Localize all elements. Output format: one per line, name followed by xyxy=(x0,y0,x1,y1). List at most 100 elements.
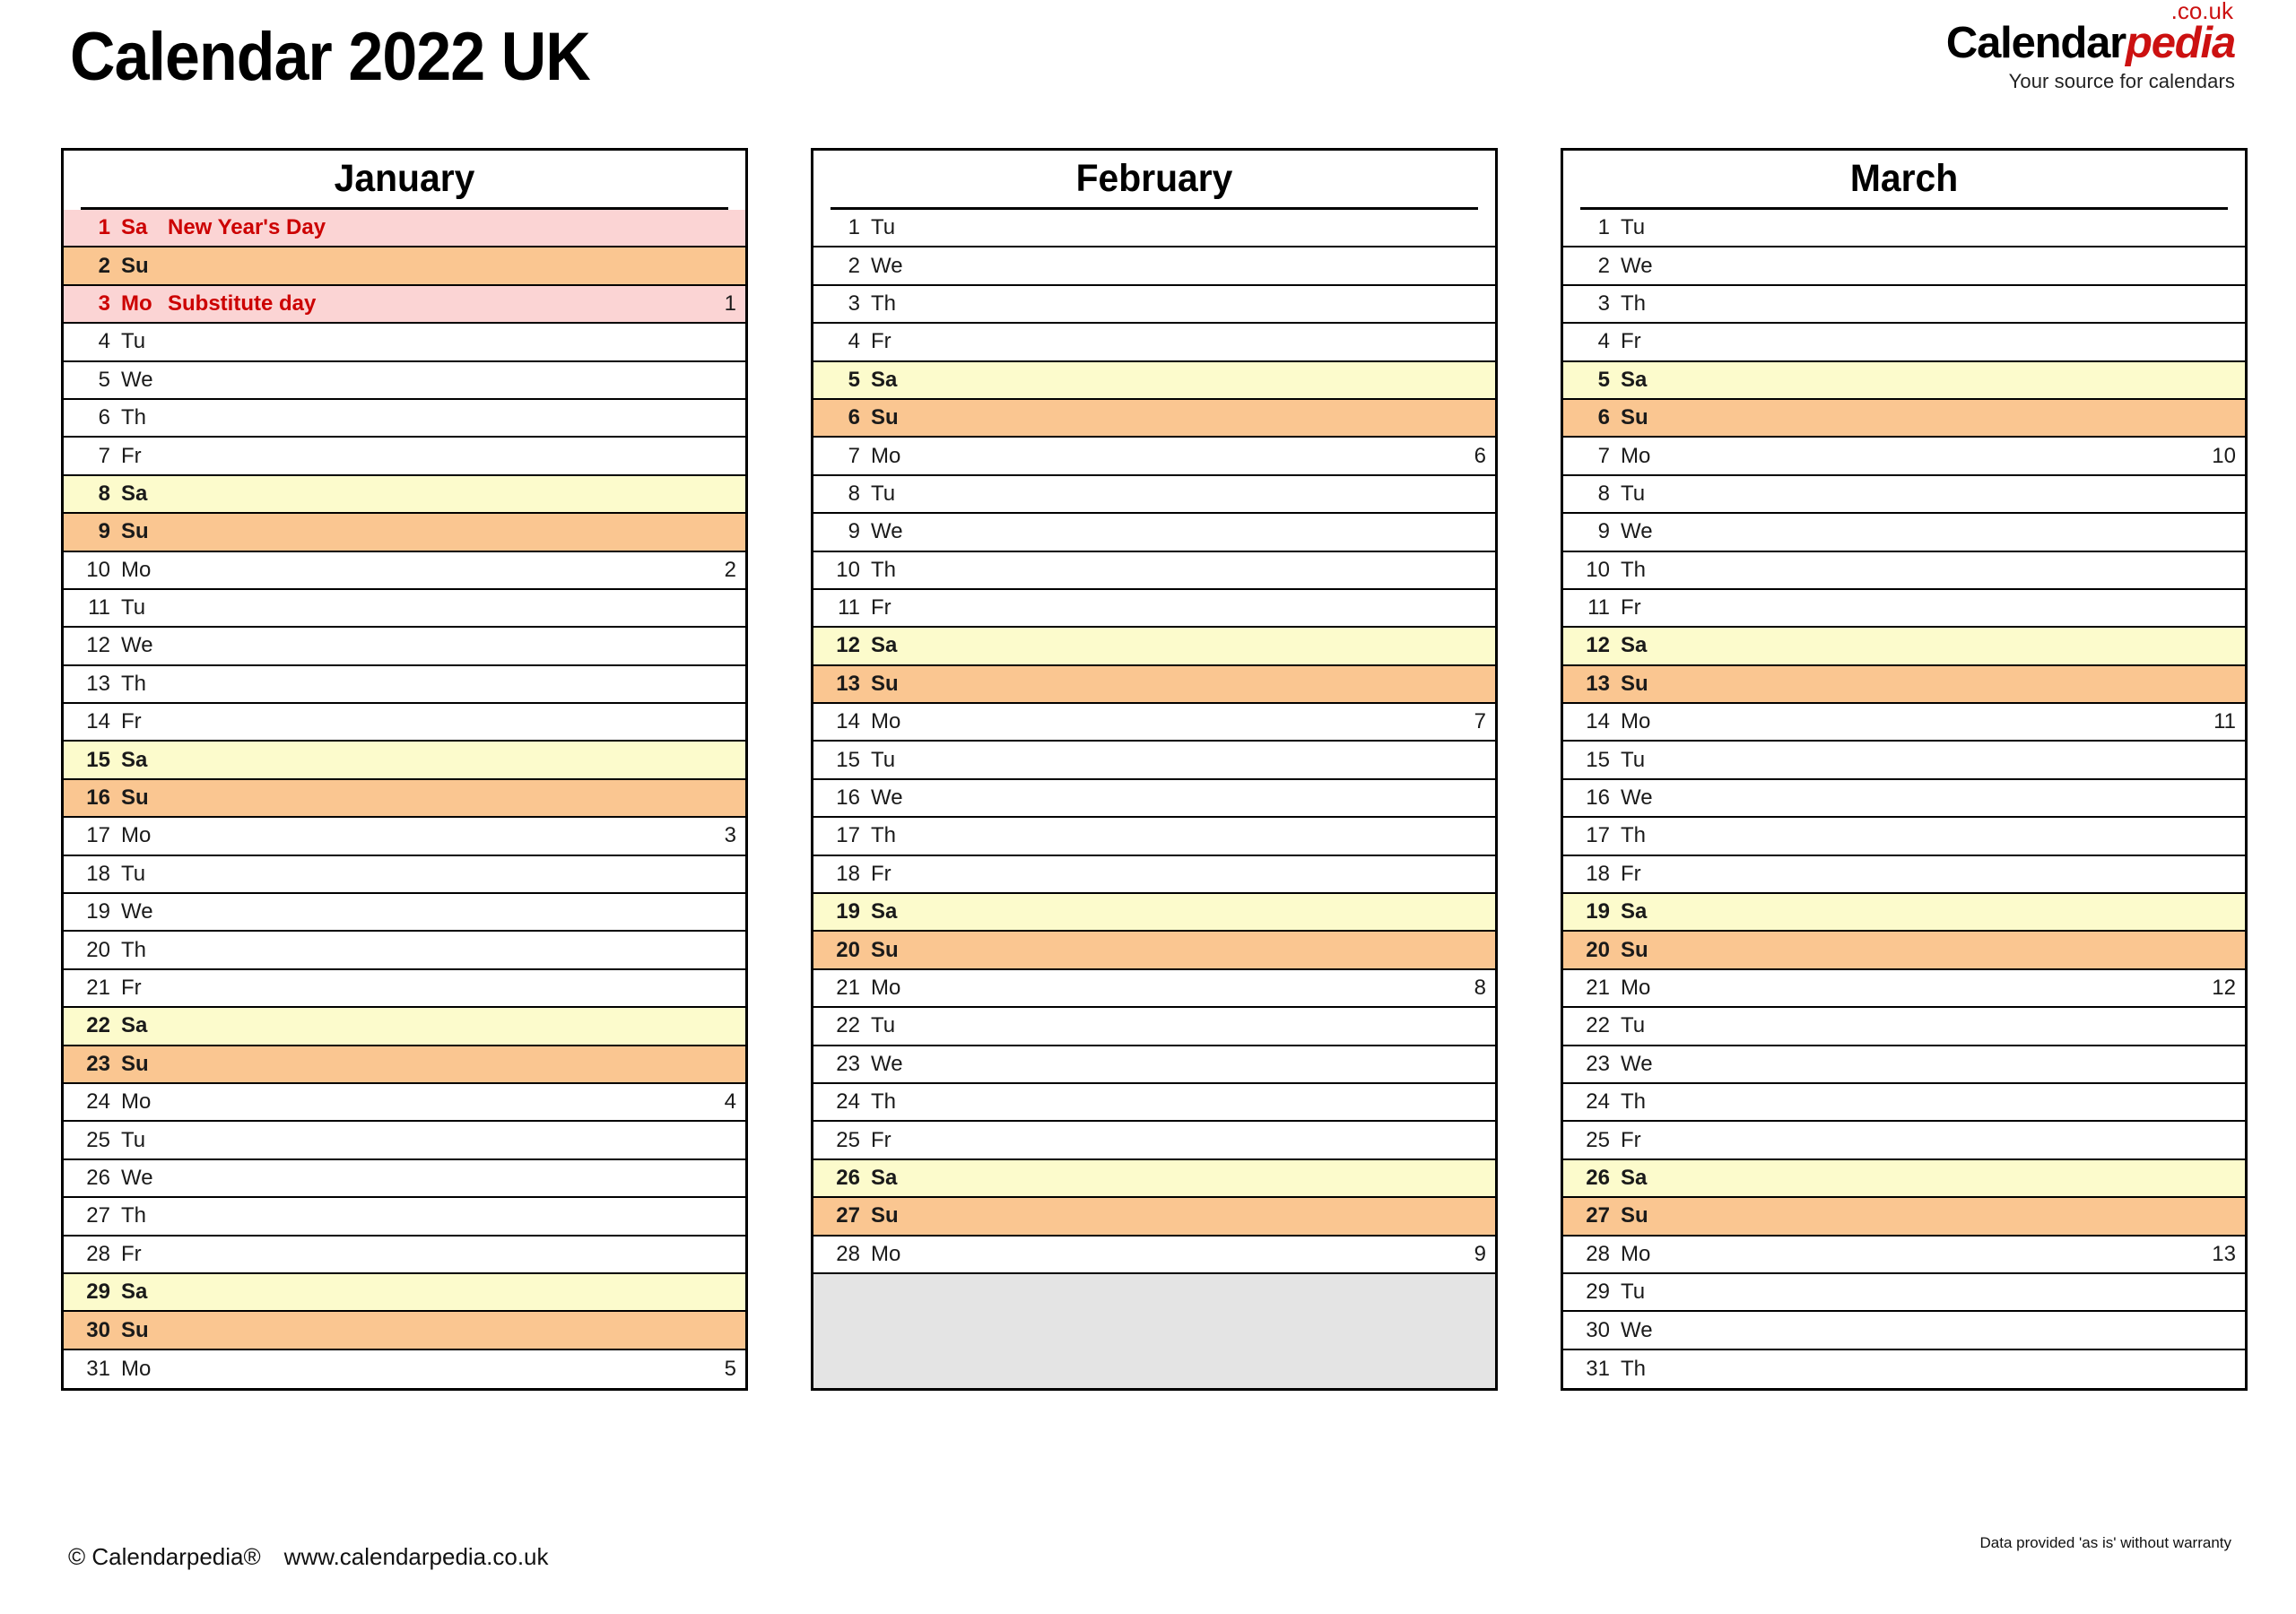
day-row[interactable]: 15 Sa xyxy=(64,742,745,780)
day-row[interactable]: 31 Th xyxy=(1563,1349,2245,1389)
day-row[interactable]: 30 We xyxy=(1563,1312,2245,1350)
day-row[interactable]: 18 Fr xyxy=(813,855,1495,895)
day-row[interactable]: 25 Fr xyxy=(813,1122,1495,1160)
day-row[interactable]: 23 We xyxy=(813,1046,1495,1084)
day-row[interactable]: 24 Th xyxy=(813,1083,1495,1123)
day-row[interactable]: 23 We xyxy=(1563,1046,2245,1084)
day-row[interactable]: 25 Fr xyxy=(1563,1122,2245,1160)
day-row[interactable]: 9 We xyxy=(813,514,1495,552)
day-number: 20 xyxy=(836,937,860,962)
day-row[interactable]: 13 Su xyxy=(813,665,1495,705)
day-row[interactable]: 14 Mo 11 xyxy=(1563,704,2245,742)
day-row[interactable]: 22 Tu xyxy=(1563,1008,2245,1046)
day-row[interactable]: 26 Sa xyxy=(813,1159,1495,1199)
day-number: 18 xyxy=(86,861,110,886)
day-row[interactable]: 7 Mo 6 xyxy=(813,438,1495,476)
day-row[interactable]: 16 Su xyxy=(64,779,745,819)
day-row[interactable]: 1 Tu xyxy=(813,210,1495,248)
day-row[interactable]: 1 Sa New Year's Day xyxy=(64,210,745,248)
day-row[interactable]: 27 Th xyxy=(64,1198,745,1237)
day-row[interactable]: 22 Tu xyxy=(813,1008,1495,1046)
day-row[interactable]: 24 Th xyxy=(1563,1083,2245,1123)
day-row[interactable]: 2 We xyxy=(1563,247,2245,286)
day-number: 29 xyxy=(86,1280,110,1305)
day-row[interactable]: 18 Tu xyxy=(64,855,745,895)
day-row[interactable]: 2 Su xyxy=(64,247,745,286)
day-row[interactable]: 25 Tu xyxy=(64,1122,745,1160)
day-row[interactable]: 28 Mo 9 xyxy=(813,1236,1495,1274)
day-row[interactable]: 22 Sa xyxy=(64,1008,745,1046)
day-row[interactable]: 28 Fr xyxy=(64,1236,745,1274)
brand-tagline: Your source for calendars xyxy=(2008,70,2235,92)
day-row[interactable]: 18 Fr xyxy=(1563,855,2245,895)
day-row[interactable]: 31 Mo 5 xyxy=(64,1349,745,1389)
day-row[interactable]: 4 Fr xyxy=(813,324,1495,362)
day-row[interactable]: 8 Tu xyxy=(813,475,1495,515)
day-row[interactable]: 3 Mo Substitute day 1 xyxy=(64,285,745,325)
day-row[interactable]: 1 Tu xyxy=(1563,210,2245,248)
day-row[interactable]: 6 Su xyxy=(1563,399,2245,438)
week-number: 2 xyxy=(724,557,736,582)
day-row[interactable]: 23 Su xyxy=(64,1046,745,1084)
day-row[interactable]: 7 Fr xyxy=(64,438,745,476)
day-number: 15 xyxy=(86,747,110,772)
day-row[interactable]: 10 Mo 2 xyxy=(64,551,745,590)
day-row[interactable]: 13 Su xyxy=(1563,665,2245,705)
day-row[interactable]: 20 Su xyxy=(1563,932,2245,970)
day-row[interactable]: 26 We xyxy=(64,1159,745,1199)
day-row[interactable]: 24 Mo 4 xyxy=(64,1083,745,1123)
day-row[interactable]: 21 Fr xyxy=(64,969,745,1009)
day-row[interactable]: 11 Fr xyxy=(813,589,1495,629)
day-row[interactable]: 17 Th xyxy=(1563,818,2245,856)
day-row[interactable]: 4 Fr xyxy=(1563,324,2245,362)
day-row[interactable]: 12 We xyxy=(64,628,745,666)
day-row[interactable]: 29 Sa xyxy=(64,1273,745,1313)
day-row[interactable]: 10 Th xyxy=(1563,551,2245,590)
day-row[interactable]: 16 We xyxy=(813,779,1495,819)
website-link[interactable]: www.calendarpedia.co.uk xyxy=(284,1543,549,1570)
day-row[interactable]: 19 Sa xyxy=(1563,894,2245,933)
day-row[interactable]: 17 Th xyxy=(813,818,1495,856)
day-row[interactable]: 6 Th xyxy=(64,399,745,438)
day-row[interactable]: 2 We xyxy=(813,247,1495,286)
day-row[interactable]: 13 Th xyxy=(64,665,745,705)
day-row[interactable]: 6 Su xyxy=(813,399,1495,438)
day-row[interactable]: 3 Th xyxy=(1563,285,2245,325)
day-row[interactable]: 15 Tu xyxy=(1563,742,2245,780)
day-row[interactable]: 28 Mo 13 xyxy=(1563,1236,2245,1274)
day-row[interactable]: 14 Mo 7 xyxy=(813,704,1495,742)
day-row[interactable]: 17 Mo 3 xyxy=(64,818,745,856)
day-row[interactable]: 14 Fr xyxy=(64,704,745,742)
empty-filler-block xyxy=(813,1273,1495,1389)
day-row[interactable]: 16 We xyxy=(1563,779,2245,819)
day-row[interactable]: 5 Sa xyxy=(1563,361,2245,400)
day-row[interactable]: 21 Mo 12 xyxy=(1563,969,2245,1009)
day-row[interactable]: 11 Fr xyxy=(1563,589,2245,629)
day-row[interactable]: 3 Th xyxy=(813,285,1495,325)
day-row[interactable]: 8 Tu xyxy=(1563,475,2245,515)
day-row[interactable]: 15 Tu xyxy=(813,742,1495,780)
day-row[interactable]: 4 Tu xyxy=(64,324,745,362)
weekday-abbrev: Mo xyxy=(1621,1241,1651,1266)
day-row[interactable]: 12 Sa xyxy=(813,628,1495,666)
day-row[interactable]: 21 Mo 8 xyxy=(813,969,1495,1009)
day-row[interactable]: 19 We xyxy=(64,894,745,933)
day-row[interactable]: 7 Mo 10 xyxy=(1563,438,2245,476)
day-row[interactable]: 26 Sa xyxy=(1563,1159,2245,1199)
day-row[interactable]: 30 Su xyxy=(64,1312,745,1350)
day-row[interactable]: 9 Su xyxy=(64,514,745,552)
day-row[interactable]: 8 Sa xyxy=(64,475,745,515)
day-row[interactable]: 20 Su xyxy=(813,932,1495,970)
day-row[interactable]: 11 Tu xyxy=(64,589,745,629)
day-row[interactable]: 19 Sa xyxy=(813,894,1495,933)
day-row[interactable]: 12 Sa xyxy=(1563,628,2245,666)
day-row[interactable]: 29 Tu xyxy=(1563,1273,2245,1313)
day-row[interactable]: 5 Sa xyxy=(813,361,1495,400)
day-row[interactable]: 20 Th xyxy=(64,932,745,970)
day-row[interactable]: 9 We xyxy=(1563,514,2245,552)
day-row[interactable]: 5 We xyxy=(64,361,745,400)
day-row[interactable]: 27 Su xyxy=(813,1198,1495,1237)
day-row[interactable]: 27 Su xyxy=(1563,1198,2245,1237)
day-number: 14 xyxy=(86,709,110,734)
day-row[interactable]: 10 Th xyxy=(813,551,1495,590)
